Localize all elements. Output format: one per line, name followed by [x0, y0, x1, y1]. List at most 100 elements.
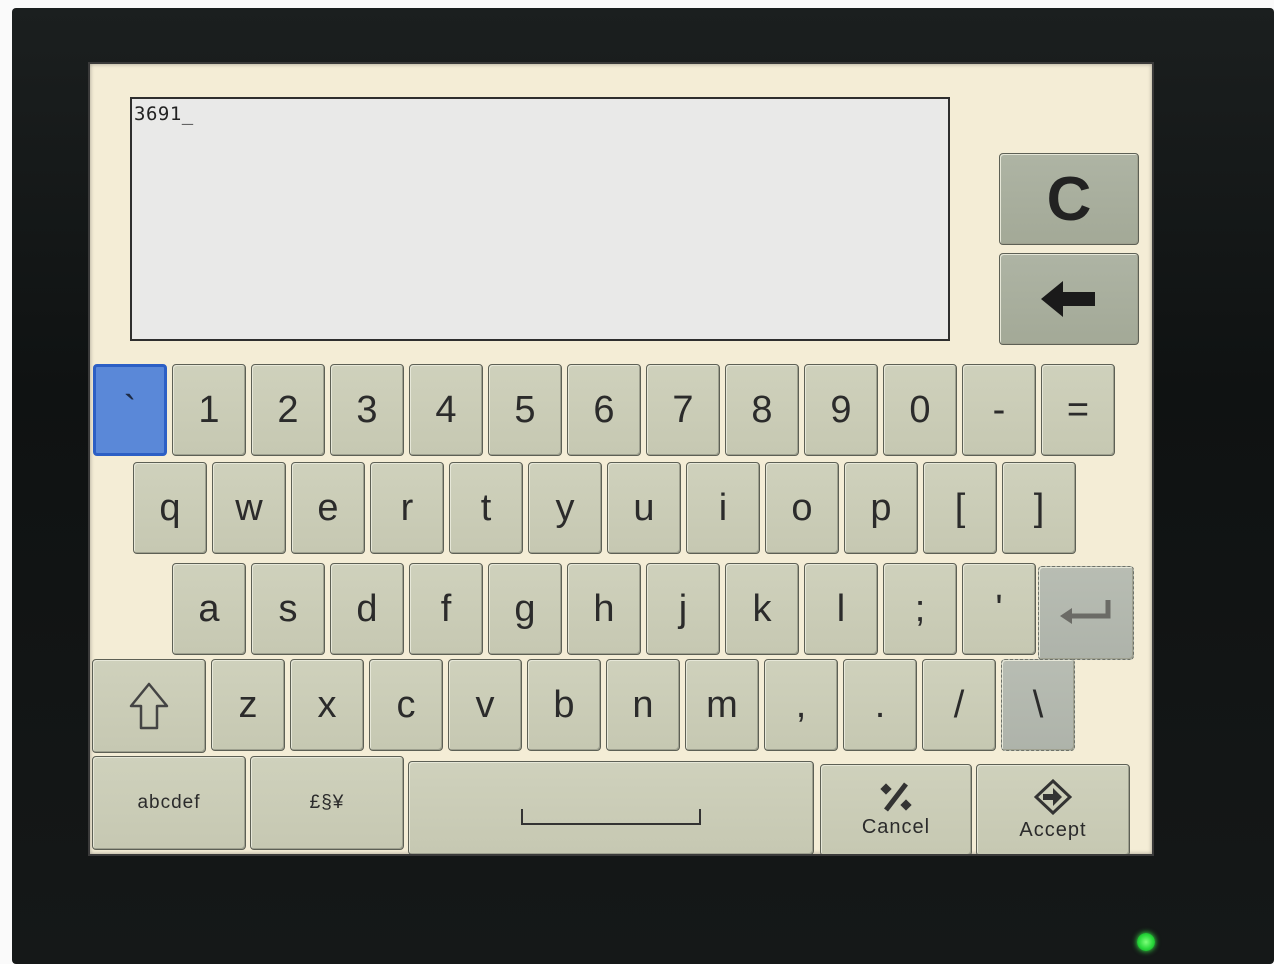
key-bottom-2[interactable]: c: [369, 659, 443, 751]
key-top-5[interactable]: y: [528, 462, 602, 554]
key-label: n: [632, 683, 654, 726]
key-top-0[interactable]: q: [133, 462, 207, 554]
key-label: 7: [672, 388, 694, 431]
key-numbers-2[interactable]: 2: [251, 364, 325, 456]
key-home-10[interactable]: ': [962, 563, 1036, 655]
key-label: ]: [1033, 486, 1045, 529]
key-home-4[interactable]: g: [488, 563, 562, 655]
key-label: \: [1032, 683, 1044, 726]
key-label: e: [317, 486, 339, 529]
key-label: z: [238, 683, 258, 726]
percent-cancel-icon: [880, 781, 912, 812]
key-home-2[interactable]: d: [330, 563, 404, 655]
key-numbers-9[interactable]: 9: [804, 364, 878, 456]
key-label: 2: [277, 388, 299, 431]
key-bottom-8[interactable]: .: [843, 659, 917, 751]
key-label: ': [995, 587, 1003, 630]
key-bottom-3[interactable]: v: [448, 659, 522, 751]
key-home-0[interactable]: a: [172, 563, 246, 655]
key-label: d: [356, 587, 378, 630]
key-bottom-1[interactable]: x: [290, 659, 364, 751]
key-numbers-11[interactable]: -: [962, 364, 1036, 456]
key-bottom-10[interactable]: \: [1001, 659, 1075, 751]
key-numbers-5[interactable]: 5: [488, 364, 562, 456]
key-label: a: [198, 587, 220, 630]
key-label: u: [633, 486, 655, 529]
key-label: w: [235, 486, 263, 529]
space-bar-icon: [521, 809, 701, 825]
key-bottom-4[interactable]: b: [527, 659, 601, 751]
key-label: `: [123, 388, 137, 431]
key-bottom-7[interactable]: ,: [764, 659, 838, 751]
key-top-6[interactable]: u: [607, 462, 681, 554]
cancel-button[interactable]: Cancel: [820, 764, 972, 854]
key-top-9[interactable]: p: [844, 462, 918, 554]
accept-button[interactable]: Accept: [976, 764, 1130, 854]
enter-button[interactable]: [1038, 566, 1134, 660]
key-numbers-10[interactable]: 0: [883, 364, 957, 456]
space-button[interactable]: [408, 761, 814, 854]
key-label: =: [1066, 388, 1090, 431]
key-numbers-8[interactable]: 8: [725, 364, 799, 456]
key-top-4[interactable]: t: [449, 462, 523, 554]
key-label: 8: [751, 388, 773, 431]
key-home-6[interactable]: j: [646, 563, 720, 655]
key-numbers-1[interactable]: 1: [172, 364, 246, 456]
key-label: 3: [356, 388, 378, 431]
key-label: p: [870, 486, 892, 529]
symbols-mode-button[interactable]: £§¥: [250, 756, 404, 850]
key-top-10[interactable]: [: [923, 462, 997, 554]
key-label: [: [954, 486, 966, 529]
key-label: x: [317, 683, 337, 726]
key-label: f: [440, 587, 452, 630]
diamond-arrow-icon: [1034, 778, 1072, 815]
key-home-7[interactable]: k: [725, 563, 799, 655]
key-label: q: [159, 486, 181, 529]
key-home-9[interactable]: ;: [883, 563, 957, 655]
key-home-8[interactable]: l: [804, 563, 878, 655]
enter-return-icon: [1060, 600, 1111, 624]
key-label: o: [791, 486, 813, 529]
key-bottom-0[interactable]: z: [211, 659, 285, 751]
key-top-8[interactable]: o: [765, 462, 839, 554]
clear-button[interactable]: C: [999, 153, 1139, 245]
key-top-1[interactable]: w: [212, 462, 286, 554]
symbols-mode-label: £§¥: [309, 792, 345, 813]
key-label: y: [555, 486, 575, 529]
key-label: c: [396, 683, 416, 726]
key-label: h: [593, 587, 615, 630]
shift-button[interactable]: [92, 659, 206, 753]
left-arrow-icon: [1041, 281, 1095, 317]
key-label: k: [752, 587, 772, 630]
key-label: ;: [914, 587, 926, 630]
key-home-1[interactable]: s: [251, 563, 325, 655]
entry-value: 3691_: [134, 103, 194, 125]
key-numbers-3[interactable]: 3: [330, 364, 404, 456]
key-bottom-9[interactable]: /: [922, 659, 996, 751]
key-home-3[interactable]: f: [409, 563, 483, 655]
text-entry-field[interactable]: 3691_: [130, 97, 950, 341]
key-bottom-5[interactable]: n: [606, 659, 680, 751]
key-label: 6: [593, 388, 615, 431]
key-label: .: [874, 683, 886, 726]
key-label: l: [836, 587, 846, 630]
key-label: g: [514, 587, 536, 630]
key-numbers-12[interactable]: =: [1041, 364, 1115, 456]
backspace-button[interactable]: [999, 253, 1139, 345]
key-numbers-4[interactable]: 4: [409, 364, 483, 456]
key-top-11[interactable]: ]: [1002, 462, 1076, 554]
key-bottom-6[interactable]: m: [685, 659, 759, 751]
key-top-2[interactable]: e: [291, 462, 365, 554]
key-top-3[interactable]: r: [370, 462, 444, 554]
key-label: t: [480, 486, 492, 529]
key-numbers-0[interactable]: `: [93, 364, 167, 456]
key-label: v: [475, 683, 495, 726]
key-top-7[interactable]: i: [686, 462, 760, 554]
abc-mode-button[interactable]: abcdef: [92, 756, 246, 850]
key-numbers-6[interactable]: 6: [567, 364, 641, 456]
key-label: 9: [830, 388, 852, 431]
accept-label: Accept: [1019, 818, 1087, 841]
key-label: 5: [514, 388, 536, 431]
key-home-5[interactable]: h: [567, 563, 641, 655]
key-numbers-7[interactable]: 7: [646, 364, 720, 456]
